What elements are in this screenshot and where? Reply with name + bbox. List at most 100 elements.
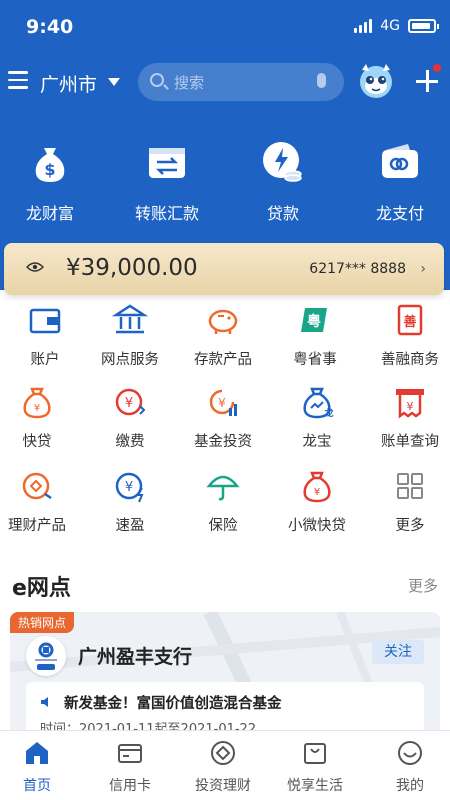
wallet-pay-icon xyxy=(382,144,418,178)
svg-text:¥: ¥ xyxy=(407,400,414,413)
function-payment[interactable]: ¥ 缴费 xyxy=(85,384,175,451)
tab-label: 信用卡 xyxy=(109,778,151,794)
function-label: 基金投资 xyxy=(194,434,252,450)
svg-text:龙: 龙 xyxy=(323,407,333,419)
branch-name: 广州盈丰支行 xyxy=(78,646,193,668)
function-label: 缴费 xyxy=(115,434,145,450)
function-fund[interactable]: ¥ 基金投资 xyxy=(178,384,268,451)
top-bar: 广州市 搜索 xyxy=(0,60,450,104)
status-time: 9:40 xyxy=(26,16,74,38)
follow-button[interactable]: 关注 xyxy=(372,640,424,664)
fund-icon: ¥ xyxy=(209,389,237,416)
function-label: 存款产品 xyxy=(194,352,252,368)
function-yue[interactable]: 粤 粤省事 xyxy=(270,302,360,369)
tab-label: 投资理财 xyxy=(195,778,251,794)
ccb-logo-icon xyxy=(26,636,66,676)
function-micro-loan[interactable]: ¥ 小微快贷 xyxy=(272,468,362,535)
function-shanrong[interactable]: 善 善融商务 xyxy=(365,302,450,369)
function-label: 网点服务 xyxy=(101,352,159,368)
function-insurance[interactable]: 保险 xyxy=(178,468,268,535)
tab-investment[interactable]: 投资理财 xyxy=(178,739,268,795)
card-number: 6217*** 8888 xyxy=(309,261,406,277)
function-longbao[interactable]: 龙 龙宝 xyxy=(272,384,362,451)
function-wealth[interactable]: 理财产品 xyxy=(0,468,82,535)
branch-card[interactable]: 热销网点 广州盈丰支行 关注 新发基金！富国价值创造混合基金 时间：2021-0… xyxy=(10,612,440,737)
city-selector[interactable]: 广州市 xyxy=(40,70,97,97)
quick-action-loan[interactable]: 贷款 xyxy=(233,140,333,224)
home-icon xyxy=(26,742,48,764)
function-label: 账户 xyxy=(30,352,60,368)
loan-icon xyxy=(263,142,302,182)
microphone-icon[interactable] xyxy=(317,73,326,88)
mascot-avatar-icon[interactable] xyxy=(356,60,396,100)
tab-home[interactable]: 首页 xyxy=(0,739,82,795)
credit-card-icon xyxy=(118,744,142,763)
chevron-right-icon[interactable]: › xyxy=(420,261,426,277)
svg-text:¥: ¥ xyxy=(314,487,320,498)
function-more[interactable]: 更多 xyxy=(365,468,450,535)
quick-action-label: 龙支付 xyxy=(375,204,424,223)
notice-title: 新发基金！富国价值创造混合基金 xyxy=(64,696,282,712)
function-label: 保险 xyxy=(208,518,238,534)
section-more-link[interactable]: 更多 xyxy=(408,575,438,596)
network-type: 4G xyxy=(380,18,400,34)
speaker-icon xyxy=(41,697,48,707)
balance-amount: ¥39,000.00 xyxy=(66,255,198,281)
svg-text:$: $ xyxy=(44,160,55,179)
svg-text:粤: 粤 xyxy=(307,313,321,330)
tab-mine[interactable]: 我的 xyxy=(365,739,450,795)
function-label: 善融商务 xyxy=(381,352,439,368)
shopping-bag-icon xyxy=(304,743,326,764)
function-label: 账单查询 xyxy=(381,434,439,450)
micro-loan-icon: ¥ xyxy=(303,471,331,503)
piggy-bank-icon xyxy=(208,309,238,334)
yue-icon: 粤 xyxy=(301,308,327,332)
function-suying[interactable]: ¥ 速盈 xyxy=(85,468,175,535)
payment-icon: ¥ xyxy=(115,388,146,416)
status-bar: 9:40 4G xyxy=(0,0,450,52)
shan-icon: 善 xyxy=(397,304,423,336)
tab-label: 我的 xyxy=(396,778,424,794)
search-input[interactable]: 搜索 xyxy=(138,63,344,101)
grid-more-icon xyxy=(397,473,423,499)
smile-profile-icon xyxy=(398,741,422,765)
eye-icon[interactable] xyxy=(26,261,44,273)
function-label: 粤省事 xyxy=(293,352,337,368)
notification-dot xyxy=(433,64,441,72)
quick-actions: $ 龙财富 转账汇款 贷款 龙支付 xyxy=(0,140,450,230)
function-bill-query[interactable]: ¥ 账单查询 xyxy=(365,384,450,451)
quick-action-label: 贷款 xyxy=(266,204,299,223)
function-label: 龙宝 xyxy=(302,434,332,450)
transfer-icon xyxy=(149,148,185,178)
function-label: 理财产品 xyxy=(8,518,66,534)
menu-icon[interactable] xyxy=(8,71,28,89)
signal-icon xyxy=(354,19,373,33)
function-branch-service[interactable]: 网点服务 xyxy=(85,302,175,369)
function-fast-loan[interactable]: ¥ 快贷 xyxy=(0,384,82,451)
function-deposit[interactable]: 存款产品 xyxy=(178,302,268,369)
function-account[interactable]: 账户 xyxy=(0,302,90,369)
search-icon xyxy=(150,73,164,87)
battery-icon xyxy=(408,19,439,33)
quick-action-transfer[interactable]: 转账汇款 xyxy=(117,140,217,224)
quick-profit-icon: ¥ xyxy=(115,472,144,503)
wallet-icon xyxy=(29,308,61,334)
wealth-product-icon xyxy=(22,472,52,500)
tab-credit-card[interactable]: 信用卡 xyxy=(85,739,175,795)
dragon-treasure-icon: 龙 xyxy=(303,387,334,419)
tab-lifestyle[interactable]: 悦享生活 xyxy=(270,739,360,795)
tab-label: 首页 xyxy=(23,778,51,794)
account-balance-card[interactable]: ¥39,000.00 6217*** 8888 › xyxy=(4,243,444,295)
function-label: 速盈 xyxy=(115,518,145,534)
caret-down-icon[interactable] xyxy=(108,78,120,86)
function-label: 快贷 xyxy=(22,434,52,450)
quick-action-longpay[interactable]: 龙支付 xyxy=(350,140,450,224)
money-bag-icon: $ xyxy=(35,148,65,182)
fast-loan-icon: ¥ xyxy=(23,387,51,419)
svg-text:¥: ¥ xyxy=(125,396,133,411)
quick-action-longcaifu[interactable]: $ 龙财富 xyxy=(0,140,100,224)
branch-notice[interactable]: 新发基金！富国价值创造混合基金 时间：2021-01-11起至2021-01-2… xyxy=(26,682,424,737)
function-label: 更多 xyxy=(395,518,425,534)
bottom-tab-bar: 首页 信用卡 投资理财 悦享生活 我的 xyxy=(0,730,450,800)
section-title: e网点 xyxy=(12,576,71,601)
